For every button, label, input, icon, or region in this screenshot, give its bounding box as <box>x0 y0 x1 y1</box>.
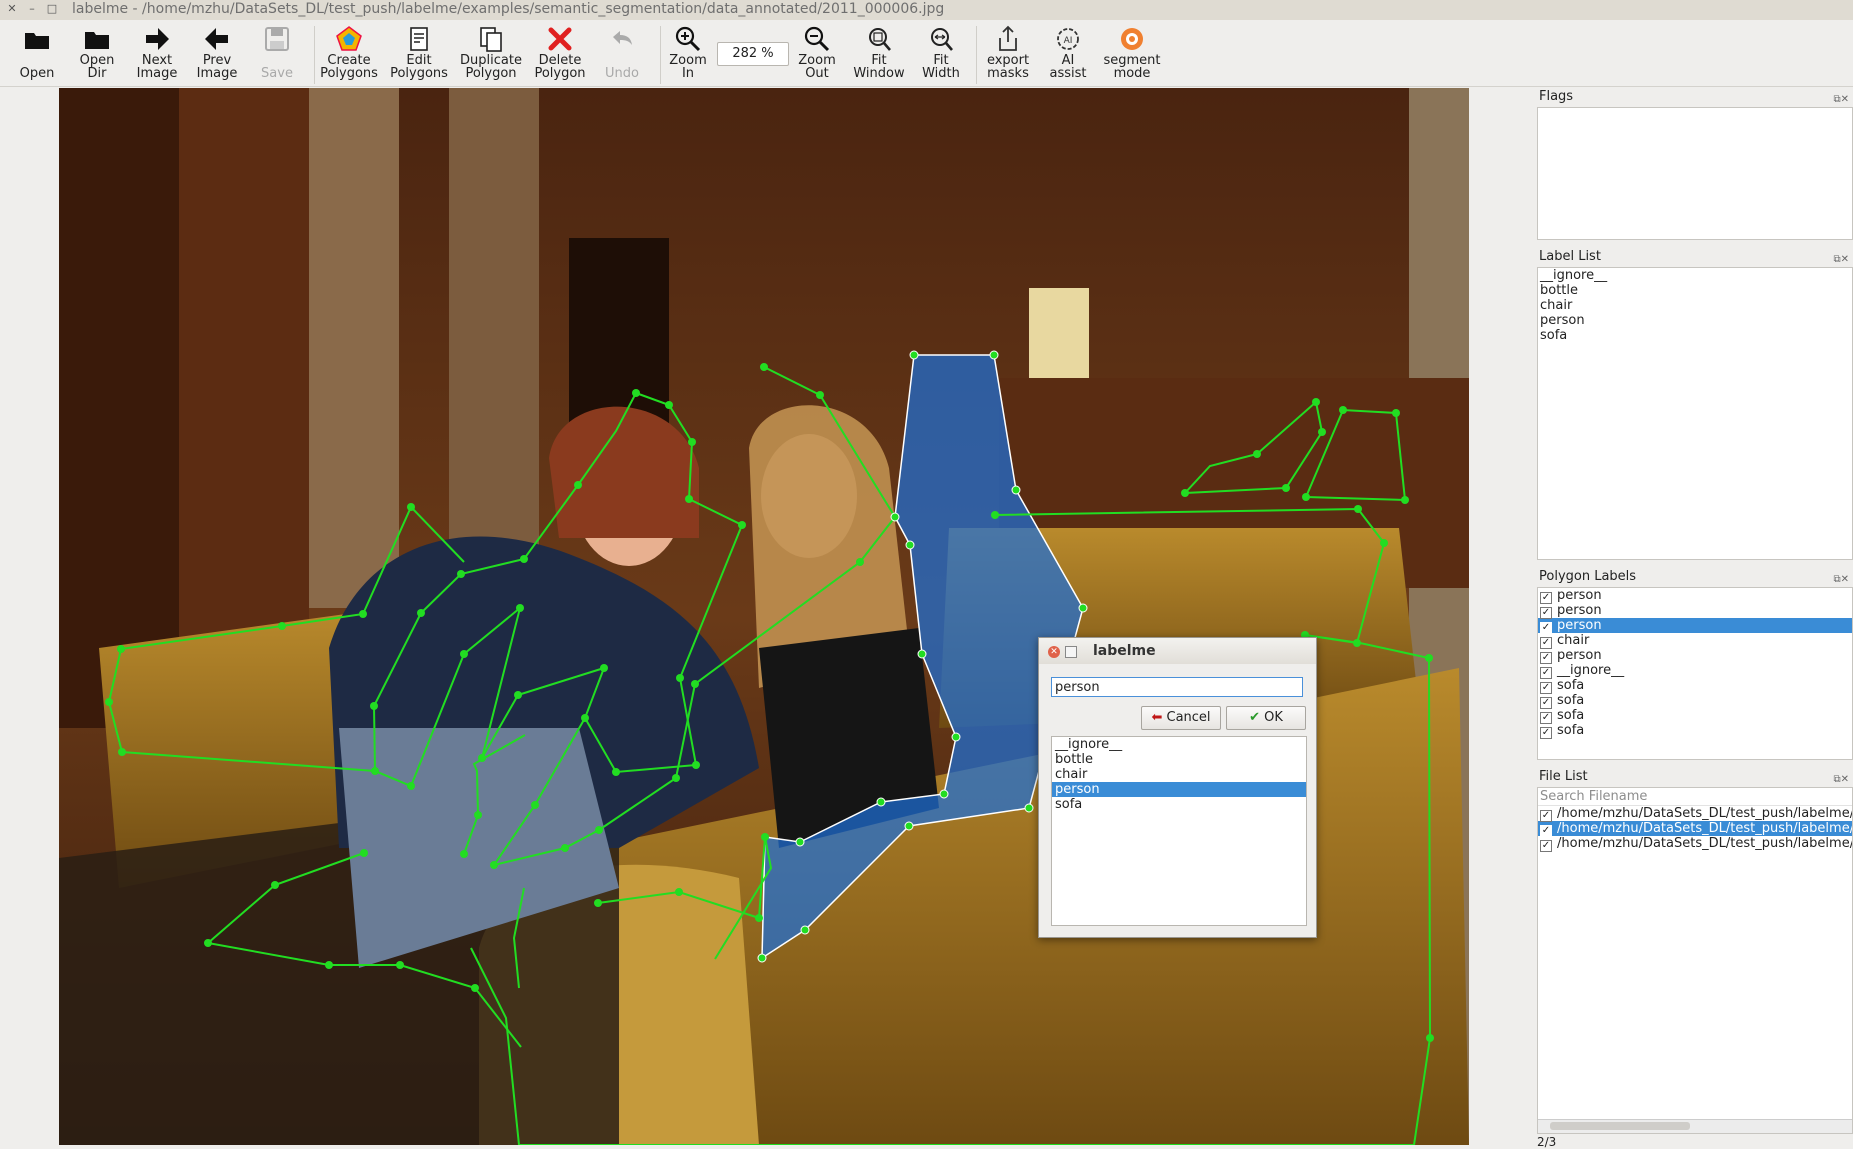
label-list-item[interactable]: bottle <box>1538 283 1852 298</box>
delete-x-icon <box>548 27 572 51</box>
zoom-in-button[interactable]: Zoom In <box>655 24 721 80</box>
dialog-label-item[interactable]: chair <box>1052 767 1306 782</box>
dialog-label-item-selected[interactable]: person <box>1052 782 1306 797</box>
search-filename-input[interactable]: Search Filename <box>1538 788 1852 806</box>
cancel-arrow-icon: ⬅ <box>1151 710 1163 725</box>
segment-mode-button[interactable]: segment mode <box>1099 24 1165 80</box>
arrow-right-icon <box>146 28 169 50</box>
label-list-dock-title: Label List ⧉✕ <box>1537 248 1853 266</box>
polygon-label-item[interactable]: ✓ sofa <box>1538 723 1852 739</box>
dialog-label-item[interactable]: __ignore__ <box>1052 737 1306 752</box>
label-input[interactable]: person <box>1051 677 1303 697</box>
undo-button[interactable]: Undo <box>589 24 655 80</box>
polygon-labels-list[interactable]: ✓ person ✓ person ✓ person ✓ chair ✓ person ✓… <box>1537 587 1853 760</box>
zoom-out-button[interactable]: Zoom Out <box>784 24 850 80</box>
label-list-item[interactable]: person <box>1538 313 1852 328</box>
export-masks-button[interactable]: export masks <box>975 24 1041 80</box>
window-title: labelme - /home/mzhu/DataSets_DL/test_pu… <box>72 1 945 17</box>
prev-image-button[interactable]: Prev Image <box>184 24 250 80</box>
dialog-title-bar: ✕ labelme <box>1039 638 1316 664</box>
edit-icon <box>410 27 428 51</box>
open-dir-button[interactable]: Open Dir <box>64 24 130 80</box>
label-list-item[interactable]: chair <box>1538 298 1852 313</box>
file-counter: 2/3 <box>1537 1135 1557 1149</box>
file-list-dock: File List ⧉✕ Search Filename ✓/home/mzhu… <box>1537 768 1853 1134</box>
toolbar: Open Open Dir Next Image Prev Image Save… <box>0 20 1853 87</box>
fit-width-icon <box>931 28 953 51</box>
label-list-dock: Label List ⧉✕ __ignore__ bottle chair pe… <box>1537 248 1853 560</box>
zoom-in-icon <box>675 26 701 52</box>
flags-dock-title: Flags ⧉✕ <box>1537 88 1853 106</box>
dialog-title: labelme <box>1093 643 1156 659</box>
label-list-item[interactable]: sofa <box>1538 328 1852 343</box>
label-dialog: ✕ labelme person ⬅ Cancel ✔ OK __ignore_… <box>1038 637 1317 938</box>
cancel-button[interactable]: ⬅ Cancel <box>1141 706 1221 730</box>
label-list-item[interactable]: __ignore__ <box>1538 268 1852 283</box>
delete-polygon-button[interactable]: Delete Polygon <box>527 24 593 80</box>
segment-mode-icon <box>1121 28 1143 50</box>
polygon-label-item[interactable]: ✓ __ignore__ <box>1538 663 1852 679</box>
title-bar: ✕ – □ labelme - /home/mzhu/DataSets_DL/t… <box>0 0 1853 21</box>
image-canvas[interactable] <box>59 88 1469 1145</box>
file-list-item[interactable]: ✓/home/mzhu/DataSets_DL/test_push/labelm… <box>1538 836 1852 852</box>
fit-window-button[interactable]: Fit Window <box>846 24 912 80</box>
dialog-label-list[interactable]: __ignore__ bottle chair person sofa <box>1051 736 1307 926</box>
dialog-maximize-icon[interactable] <box>1065 646 1077 658</box>
polygon-label-item[interactable]: ✓ sofa <box>1538 678 1852 694</box>
horizontal-scrollbar[interactable] <box>1538 1119 1852 1133</box>
zoom-out-icon <box>804 26 830 52</box>
minimize-window-icon[interactable]: – <box>26 3 38 15</box>
annotated-photo[interactable] <box>59 88 1469 1145</box>
dialog-label-item[interactable]: sofa <box>1052 797 1306 812</box>
polygon-labels-dock-title: Polygon Labels ⧉✕ <box>1537 568 1853 586</box>
polygon-label-item[interactable]: ✓ chair <box>1538 633 1852 649</box>
polygon-label-item-selected[interactable]: ✓ person <box>1538 618 1852 634</box>
dialog-label-item[interactable]: bottle <box>1052 752 1306 767</box>
polygon-create-icon <box>336 26 362 51</box>
toolbar-separator <box>314 26 315 84</box>
file-list-dock-title: File List ⧉✕ <box>1537 768 1853 786</box>
polygon-label-item[interactable]: ✓ person <box>1538 648 1852 664</box>
export-icon <box>999 25 1017 51</box>
folder-icon <box>85 32 109 49</box>
checkbox-checked-icon[interactable]: ✓ <box>1540 727 1552 739</box>
zoom-level-input[interactable]: 282 % <box>717 42 789 66</box>
edit-polygons-button[interactable]: Edit Polygons <box>386 24 452 80</box>
flags-dock: Flags ⧉✕ <box>1537 88 1853 240</box>
duplicate-polygon-button[interactable]: Duplicate Polygon <box>458 24 524 80</box>
polygon-label-item[interactable]: ✓ sofa <box>1538 708 1852 724</box>
file-list-item[interactable]: ✓/home/mzhu/DataSets_DL/test_push/labelm… <box>1538 806 1852 822</box>
label-list[interactable]: __ignore__ bottle chair person sofa <box>1537 267 1853 560</box>
duplicate-icon <box>480 27 502 52</box>
polygon-labels-dock: Polygon Labels ⧉✕ ✓ person ✓ person ✓ perso… <box>1537 568 1853 760</box>
svg-text:AI: AI <box>1064 36 1073 46</box>
fit-width-button[interactable]: Fit Width <box>908 24 974 80</box>
canvas-area[interactable] <box>0 87 1534 1149</box>
polygon-label-item[interactable]: ✓ sofa <box>1538 693 1852 709</box>
close-window-icon[interactable]: ✕ <box>6 3 18 15</box>
polygon-label-item[interactable]: ✓ person <box>1538 588 1852 604</box>
floppy-icon <box>265 27 289 51</box>
arrow-left-icon <box>205 28 228 50</box>
checkbox-checked-icon[interactable]: ✓ <box>1540 840 1552 852</box>
open-button[interactable]: Open <box>4 24 70 80</box>
folder-open-icon <box>25 33 49 49</box>
file-list-item-selected[interactable]: ✓/home/mzhu/DataSets_DL/test_push/labelm… <box>1538 821 1852 837</box>
polygon-label-item[interactable]: ✓ person <box>1538 603 1852 619</box>
ai-assist-button[interactable]: AI AI assist <box>1035 24 1101 80</box>
save-button[interactable]: Save <box>244 24 310 80</box>
file-list[interactable]: Search Filename ✓/home/mzhu/DataSets_DL/… <box>1537 787 1853 1134</box>
create-polygons-button[interactable]: Create Polygons <box>316 24 382 80</box>
scrollbar-thumb[interactable] <box>1550 1122 1690 1130</box>
ok-button[interactable]: ✔ OK <box>1226 706 1306 730</box>
dialog-close-icon[interactable]: ✕ <box>1048 646 1060 658</box>
ai-assist-icon: AI <box>1057 28 1079 50</box>
fit-window-icon <box>869 28 891 51</box>
flags-list[interactable] <box>1537 107 1853 240</box>
maximize-window-icon[interactable]: □ <box>46 3 58 15</box>
checkmark-icon: ✔ <box>1249 710 1260 725</box>
undo-icon <box>613 31 632 45</box>
next-image-button[interactable]: Next Image <box>124 24 190 80</box>
